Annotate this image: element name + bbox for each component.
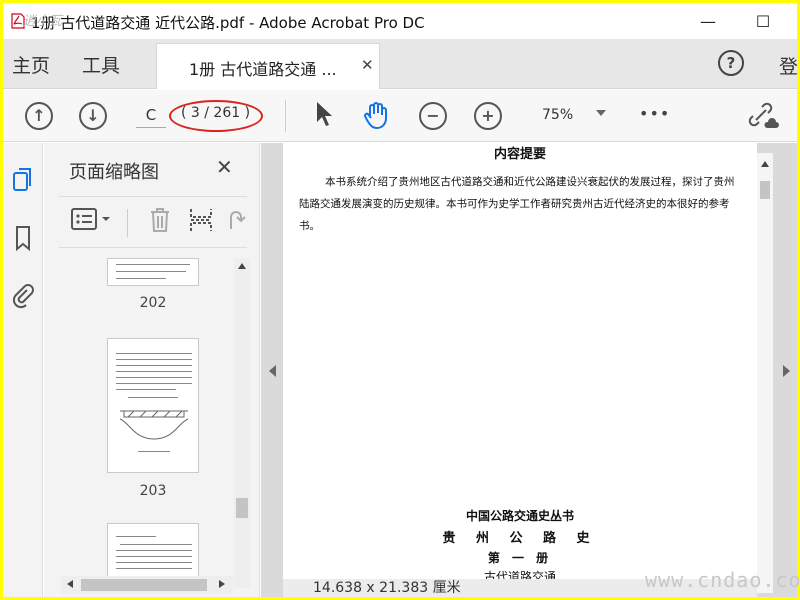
document-viewer: 内容提要 本书系统介绍了贵州地区古代道路交通和近代公路建设兴衰起伏的发展过程，探… (261, 143, 797, 597)
attachment-icon[interactable] (10, 281, 36, 309)
scroll-right-icon[interactable] (219, 580, 225, 588)
thumbnail-options-icon[interactable] (71, 207, 113, 236)
help-icon[interactable]: ? (718, 50, 744, 76)
expand-right-panel-icon[interactable] (783, 365, 790, 377)
close-tab-icon[interactable]: ✕ (361, 56, 374, 74)
series-title: 中国公路交通史丛书 (465, 509, 574, 523)
scroll-thumb[interactable] (760, 181, 770, 199)
scroll-thumb[interactable] (236, 498, 248, 518)
hand-tool-icon[interactable] (361, 100, 391, 136)
select-cursor-icon[interactable] (313, 100, 335, 134)
document-tab-label: 1册 古代道路交通 ... (189, 60, 337, 79)
page-thumbnail-203[interactable] (107, 338, 199, 473)
more-tools-icon[interactable]: ••• (639, 104, 670, 123)
previous-page-icon[interactable]: ↑ (25, 102, 53, 130)
next-page-icon[interactable]: ↓ (79, 102, 107, 130)
toolbar-divider (285, 100, 286, 132)
thumbnails-toolbar (59, 196, 247, 248)
summary-paragraph: 本书系统介绍了贵州地区古代道路交通和近代公路建设兴衰起伏的发展过程，探讨了贵州陆… (299, 176, 735, 232)
insert-page-icon[interactable] (189, 207, 213, 238)
bookmark-icon[interactable] (10, 225, 36, 253)
page-number-label: 202 (139, 295, 167, 311)
scroll-thumb[interactable] (81, 579, 207, 591)
minimize-button[interactable]: — (685, 3, 731, 39)
book-title: 贵 州 公 路 史 (442, 531, 598, 546)
close-panel-icon[interactable]: ✕ (216, 155, 233, 179)
chevron-down-icon[interactable] (596, 110, 606, 116)
pdf-page: 内容提要 本书系统介绍了贵州地区古代道路交通和近代公路建设兴衰起伏的发展过程，探… (283, 143, 757, 579)
figure-thumbnail-image (119, 410, 189, 440)
scroll-left-icon[interactable] (67, 580, 73, 588)
watermark-logo: 逍小瓦 (23, 14, 63, 29)
window-title: 1册 古代道路交通 近代公路.pdf - Adobe Acrobat Pro D… (31, 14, 425, 32)
page-thumbnail-204[interactable] (107, 523, 199, 583)
title-bar: 1册 古代道路交通 近代公路.pdf - Adobe Acrobat Pro D… (3, 3, 797, 39)
navigation-rail (3, 143, 43, 597)
delete-page-icon[interactable] (149, 207, 171, 238)
page-number-input[interactable]: C (136, 102, 166, 128)
thumbnails-vertical-scrollbar[interactable] (234, 258, 250, 588)
tab-home[interactable]: 主页 (12, 51, 50, 78)
acrobat-window: 1册 古代道路交通 近代公路.pdf - Adobe Acrobat Pro D… (3, 3, 797, 597)
zoom-in-icon[interactable]: + (474, 102, 502, 130)
page-heading: 内容提要 (493, 147, 546, 162)
main-toolbar: ↑ ↓ C ( 3 / 261 ) − + 75% ••• (3, 90, 797, 142)
login-link[interactable]: 登 (779, 52, 797, 79)
zoom-out-icon[interactable]: − (419, 102, 447, 130)
document-tab[interactable]: 1册 古代道路交通 ... ✕ (156, 43, 380, 89)
scroll-up-icon[interactable] (761, 161, 769, 167)
volume-title: 第 一 册 (487, 551, 553, 565)
tab-bar: 主页 工具 1册 古代道路交通 ... ✕ ? 登 (3, 39, 797, 89)
collapse-left-panel-icon[interactable] (269, 365, 276, 377)
tab-tools[interactable]: 工具 (82, 51, 120, 78)
annotation-oval (169, 100, 263, 132)
thumbnails-panel: 页面缩略图 ✕ 202 203 (44, 143, 260, 597)
page-thumbnail-202[interactable] (107, 258, 199, 286)
share-link-icon[interactable] (748, 102, 780, 136)
page-thumbnails-icon[interactable] (10, 167, 36, 195)
maximize-button[interactable]: ☐ (740, 3, 786, 39)
page-number-label: 203 (139, 483, 167, 499)
thumbnails-horizontal-scrollbar[interactable] (61, 576, 233, 594)
scroll-up-icon[interactable] (238, 263, 246, 269)
thumbnails-panel-title: 页面缩略图 (69, 162, 159, 183)
watermark-text: www.cndao.com (645, 568, 800, 592)
rotate-page-icon[interactable] (225, 207, 247, 238)
toolbar-divider (127, 209, 128, 237)
document-vertical-scrollbar[interactable] (757, 153, 773, 593)
